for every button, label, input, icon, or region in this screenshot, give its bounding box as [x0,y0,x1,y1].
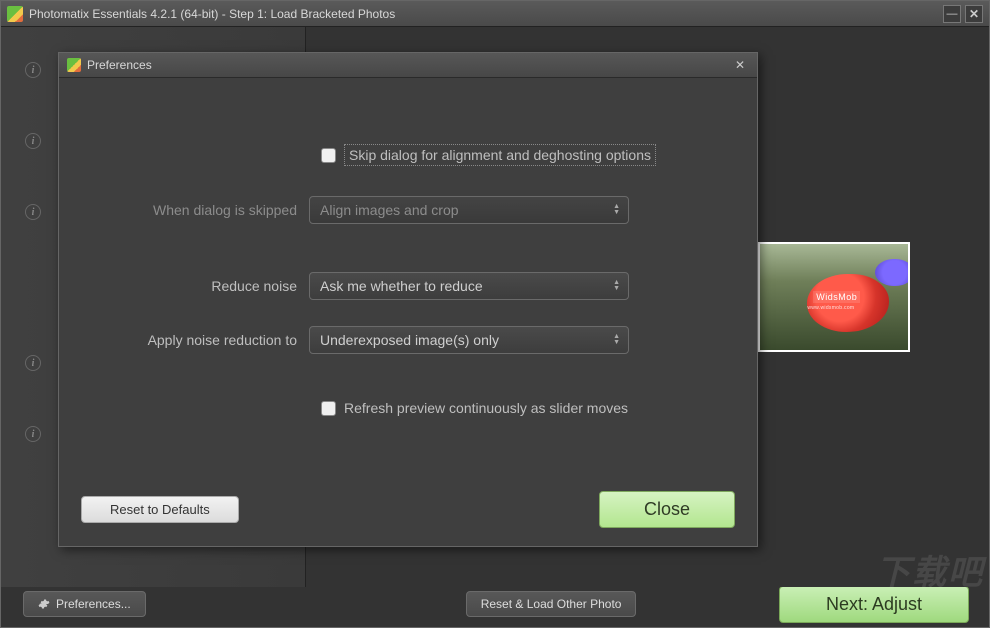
info-icon[interactable]: i [25,426,41,442]
title-bar: Photomatix Essentials 4.2.1 (64-bit) - S… [1,1,989,27]
dialog-body: Skip dialog for alignment and deghosting… [59,78,757,546]
apply-nr-select[interactable]: Underexposed image(s) only [309,326,629,354]
chevron-updown-icon [613,280,620,292]
photo-thumbnail[interactable]: WidsMob www.widsmob.com [758,242,910,352]
dialog-title-bar: Preferences ✕ [59,53,757,78]
close-button[interactable]: Close [599,491,735,528]
apply-nr-row: Apply noise reduction to Underexposed im… [89,326,727,354]
info-icon[interactable]: i [25,62,41,78]
preferences-button[interactable]: Preferences... [23,591,146,617]
skip-dialog-label: Skip dialog for alignment and deghosting… [344,144,656,166]
info-icon[interactable]: i [25,204,41,220]
reduce-noise-value: Ask me whether to reduce [320,278,483,294]
apply-nr-value: Underexposed image(s) only [320,332,499,348]
dialog-close-button[interactable]: ✕ [731,57,749,73]
reset-defaults-label: Reset to Defaults [110,502,210,517]
info-icon[interactable]: i [25,355,41,371]
close-button-label: Close [644,499,690,519]
next-adjust-button-label: Next: Adjust [826,594,922,614]
dialog-title: Preferences [87,58,152,72]
skip-dialog-checkbox[interactable] [321,148,336,163]
apply-nr-label: Apply noise reduction to [89,332,309,348]
app-icon [67,58,81,72]
app-icon [7,6,23,22]
window-close-button[interactable]: ✕ [965,5,983,23]
when-skipped-select[interactable]: Align images and crop [309,196,629,224]
thumbnail-watermark: WidsMob [813,291,860,303]
thumbnail-image: WidsMob www.widsmob.com [760,244,908,350]
skip-dialog-row: Skip dialog for alignment and deghosting… [321,144,727,166]
bottom-bar: Preferences... Reset & Load Other Photo … [1,587,989,627]
reset-load-button[interactable]: Reset & Load Other Photo [466,591,637,617]
info-icon[interactable]: i [25,133,41,149]
when-skipped-label: When dialog is skipped [89,202,309,218]
reduce-noise-label: Reduce noise [89,278,309,294]
chevron-updown-icon [613,204,620,216]
reset-defaults-button[interactable]: Reset to Defaults [81,496,239,523]
preferences-button-label: Preferences... [56,597,131,611]
refresh-preview-row: Refresh preview continuously as slider m… [321,400,727,416]
minimize-button[interactable]: — [943,5,961,23]
window-title: Photomatix Essentials 4.2.1 (64-bit) - S… [29,7,395,21]
gear-icon [38,598,50,610]
reduce-noise-select[interactable]: Ask me whether to reduce [309,272,629,300]
refresh-preview-label: Refresh preview continuously as slider m… [344,400,628,416]
info-icon-column: i i i i i [25,62,41,442]
reduce-noise-row: Reduce noise Ask me whether to reduce [89,272,727,300]
thumbnail-watermark-sub: www.widsmob.com [807,305,854,311]
reset-load-button-label: Reset & Load Other Photo [481,597,622,611]
chevron-updown-icon [613,334,620,346]
next-adjust-button[interactable]: Next: Adjust [779,586,969,623]
preferences-dialog: Preferences ✕ Skip dialog for alignment … [58,52,758,547]
when-skipped-row: When dialog is skipped Align images and … [89,196,727,224]
when-skipped-value: Align images and crop [320,202,459,218]
app-window: Photomatix Essentials 4.2.1 (64-bit) - S… [0,0,990,628]
dialog-footer: Reset to Defaults Close [59,477,757,546]
refresh-preview-checkbox[interactable] [321,401,336,416]
